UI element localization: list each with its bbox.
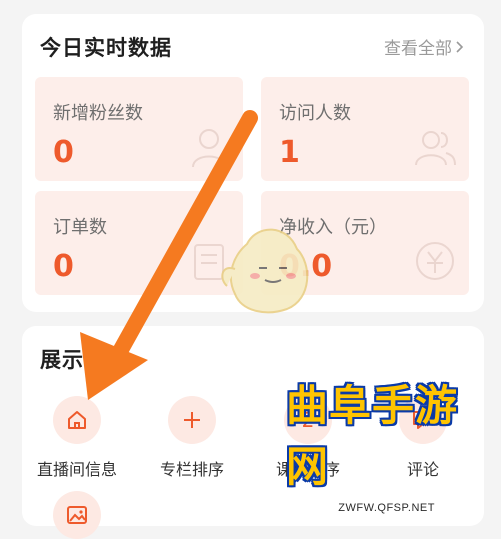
view-all-link[interactable]: 查看全部 (384, 34, 464, 59)
users-icon (415, 131, 456, 166)
stat-value: 0 (53, 249, 74, 284)
tool-label: 专栏排序 (159, 460, 224, 479)
comment-icon (399, 396, 447, 444)
tool-grid: 直播间信息 专栏排序 2 课程排序 评论 (22, 396, 484, 506)
realtime-data-card: 今日实时数据 查看全部 新增粉丝数 0 访问人数 1 订单数 0 净收入（元） (22, 14, 484, 314)
chevron-right-icon (456, 40, 464, 53)
tool-label: 评论 (406, 460, 439, 479)
image-icon (53, 491, 101, 539)
tool-column-sort[interactable]: 专栏排序 (137, 396, 247, 480)
tool-image[interactable] (53, 491, 101, 539)
tool-course-sort[interactable]: 2 课程排序 (253, 396, 363, 480)
stat-label: 访问人数 (279, 103, 351, 124)
mascot-watermark-icon (221, 228, 309, 314)
stat-new-fans[interactable]: 新增粉丝数 0 (35, 77, 243, 181)
stat-label: 新增粉丝数 (53, 103, 143, 124)
stat-value: 0 (53, 135, 74, 170)
number-two-glyph: 2 (301, 408, 315, 432)
money-icon (416, 242, 454, 280)
tool-live-room-info[interactable]: 直播间信息 (22, 396, 132, 480)
display-management-card: 展示管理 直播间信息 专栏排序 2 课程排序 评论 (22, 326, 484, 539)
tool-label: 课程排序 (275, 460, 340, 479)
stat-orders[interactable]: 订单数 0 (35, 191, 243, 295)
tool-label: 直播间信息 (36, 460, 117, 479)
user-icon (192, 129, 226, 168)
plus-icon (168, 396, 216, 444)
stat-label: 订单数 (53, 217, 107, 238)
number-two-icon: 2 (284, 396, 332, 444)
display-management-title: 展示管理 (40, 348, 128, 372)
stat-visitors[interactable]: 访问人数 1 (261, 77, 469, 181)
stat-value: 1 (279, 135, 300, 170)
home-icon (53, 396, 101, 444)
tool-comments[interactable]: 评论 (368, 396, 478, 480)
view-all-label: 查看全部 (384, 39, 452, 59)
realtime-data-title: 今日实时数据 (40, 36, 172, 60)
